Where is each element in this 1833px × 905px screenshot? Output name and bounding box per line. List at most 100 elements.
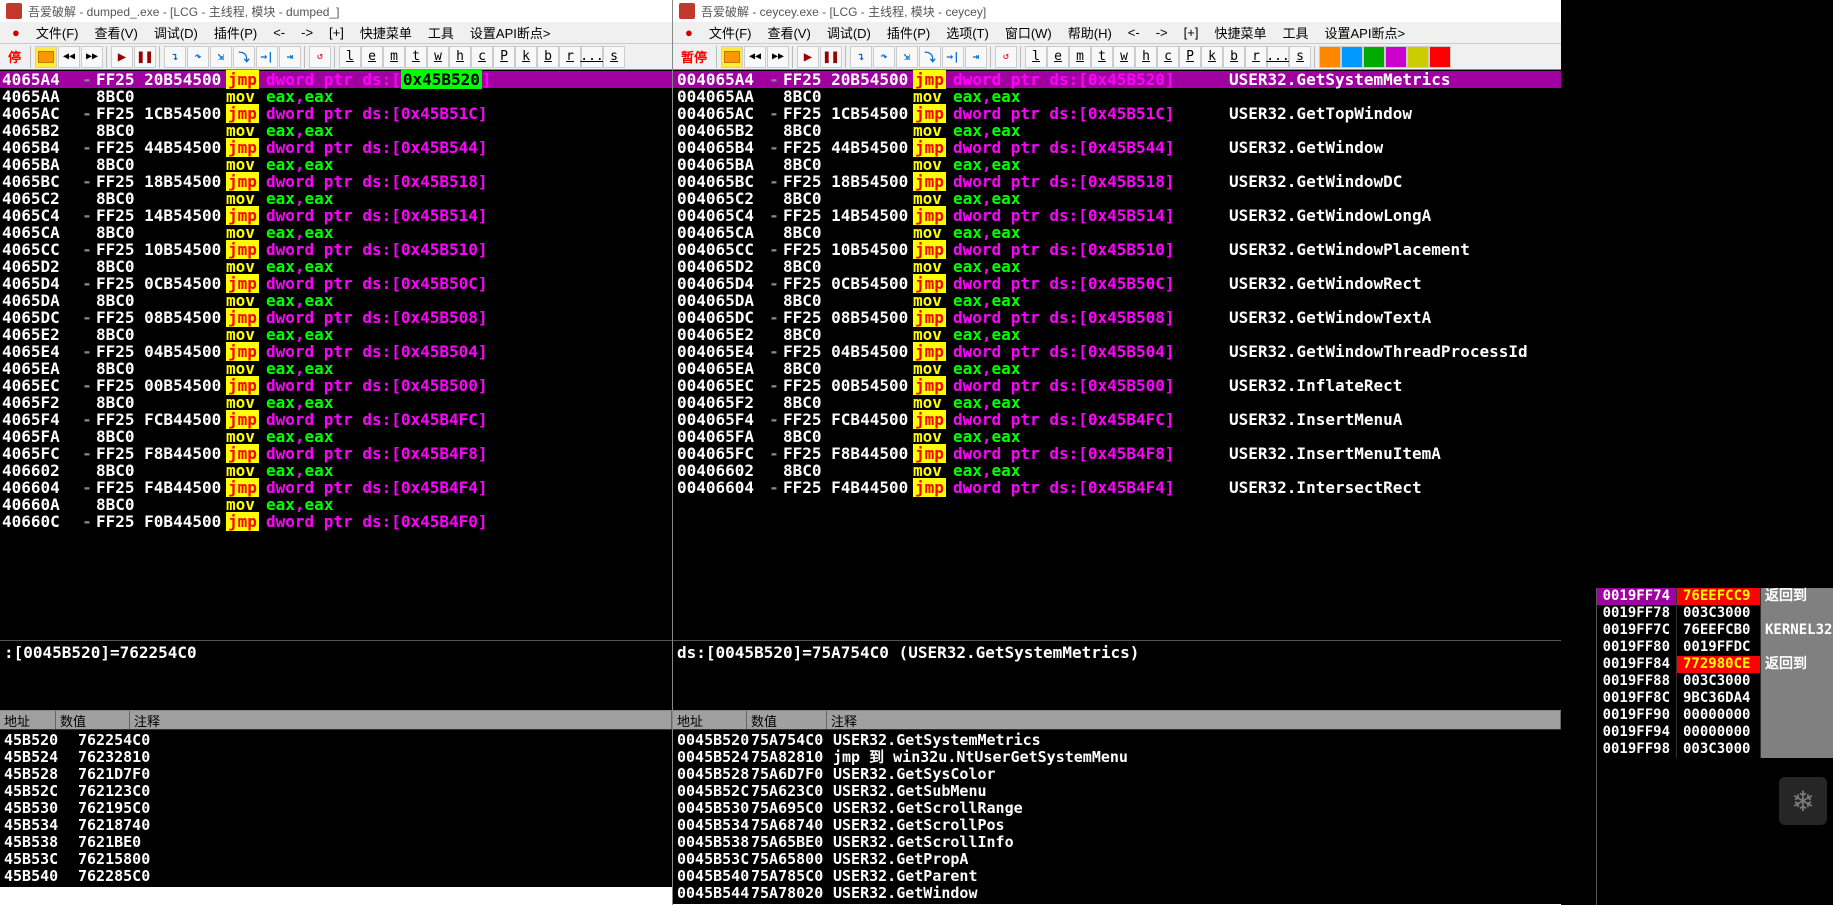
disasm-row[interactable]: 40660C-FF25 F0B44500jmpdword ptr ds:[0x4… (0, 513, 672, 530)
dump-row[interactable]: 45B5287621D7F0 (0, 766, 672, 783)
disasm-row[interactable]: 4065BC-FF25 18B54500jmpdword ptr ds:[0x4… (0, 173, 672, 190)
view-button-m[interactable]: m (383, 46, 405, 68)
stack-row[interactable]: 0019FF9400000000 (1597, 724, 1833, 741)
menu-system-icon[interactable]: ● (4, 25, 28, 40)
view-button-l[interactable]: l (1025, 46, 1047, 68)
disasm-row[interactable]: 4065F28BC0moveax,eax (0, 394, 672, 411)
col-value[interactable]: 数值 (56, 711, 130, 729)
menu-item[interactable]: 帮助(H) (1060, 23, 1120, 42)
run-button[interactable]: ▶ (111, 46, 133, 68)
dump-row[interactable]: 0045B54075A785C0USER32.GetParent (673, 868, 1561, 885)
view-button-b[interactable]: b (537, 46, 559, 68)
menu-item[interactable]: -> (293, 25, 321, 40)
run-to-button[interactable]: ⇥ (279, 46, 301, 68)
menu-item[interactable]: 设置API断点> (1317, 23, 1414, 42)
dump-row[interactable]: 0045B54475A78020USER32.GetWindow (673, 885, 1561, 902)
step-over-button[interactable]: ↷ (873, 46, 895, 68)
stack-row[interactable]: 0019FF9000000000 (1597, 707, 1833, 724)
disasm-row[interactable]: 4066028BC0moveax,eax (0, 462, 672, 479)
disasm-row[interactable]: 004065E28BC0moveax,eax (673, 326, 1561, 343)
run-button[interactable]: ▶ (797, 46, 819, 68)
menu-system-icon[interactable]: ● (677, 25, 701, 40)
dump-view[interactable]: 0045B52075A754C0USER32.GetSystemMetrics0… (673, 730, 1561, 904)
menu-item[interactable]: 查看(V) (759, 23, 818, 42)
view-button-k[interactable]: k (515, 46, 537, 68)
menu-item[interactable]: 调试(D) (819, 23, 879, 42)
menu-item[interactable]: -> (1148, 25, 1176, 40)
view-button-w[interactable]: w (427, 46, 449, 68)
disasm-row[interactable]: 4065EA8BC0moveax,eax (0, 360, 672, 377)
titlebar[interactable]: 吾爱破解 - dumped_.exe - [LCG - 主线程, 模块 - du… (0, 0, 672, 22)
stack-row[interactable]: 0019FF98003C3000 (1597, 741, 1833, 758)
view-button-l[interactable]: l (339, 46, 361, 68)
menu-item[interactable]: 插件(P) (206, 23, 265, 42)
menu-item[interactable]: <- (1120, 25, 1148, 40)
view-button-b[interactable]: b (1223, 46, 1245, 68)
view-button-r[interactable]: r (559, 46, 581, 68)
trace-into-button[interactable]: ⇲ (210, 46, 232, 68)
dump-row[interactable]: 0045B53875A65BE0USER32.GetScrollInfo (673, 834, 1561, 851)
col-address[interactable]: 地址 (673, 711, 747, 729)
forward-button[interactable]: ▶▶ (767, 46, 789, 68)
step-over-button[interactable]: ↷ (187, 46, 209, 68)
stack-row[interactable]: 0019FF88003C3000 (1597, 673, 1833, 690)
view-button-r[interactable]: r (1245, 46, 1267, 68)
stack-row[interactable]: 0019FF84772980CE返回到 (1597, 656, 1833, 673)
disasm-row[interactable]: 4065DA8BC0moveax,eax (0, 292, 672, 309)
view-button-w[interactable]: w (1113, 46, 1135, 68)
view-button-k[interactable]: k (1201, 46, 1223, 68)
dump-row[interactable]: 0045B53075A695C0USER32.GetScrollRange (673, 800, 1561, 817)
disasm-row[interactable]: 4065A4-FF25 20B54500jmpdword ptr ds:[0x4… (0, 71, 672, 88)
dump-row[interactable]: 0045B52875A6D7F0USER32.GetSysColor (673, 766, 1561, 783)
dump-row[interactable]: 0045B52475A82810jmp 到 win32u.NtUserGetSy… (673, 749, 1561, 766)
disasm-row[interactable]: 4065C28BC0moveax,eax (0, 190, 672, 207)
back-button[interactable]: ◀◀ (744, 46, 766, 68)
tool-icon[interactable] (1341, 46, 1363, 68)
view-button-s[interactable]: s (1289, 46, 1311, 68)
col-value[interactable]: 数值 (747, 711, 827, 729)
disasm-row[interactable]: 004065A4-FF25 20B54500jmpdword ptr ds:[0… (673, 71, 1561, 88)
menu-item[interactable]: 调试(D) (146, 23, 206, 42)
disasm-row[interactable]: 004065B28BC0moveax,eax (673, 122, 1561, 139)
menu-item[interactable]: [+] (321, 25, 352, 40)
disasm-row[interactable]: 4065AC-FF25 1CB54500jmpdword ptr ds:[0x4… (0, 105, 672, 122)
disassembly-view[interactable]: 4065A4-FF25 20B54500jmpdword ptr ds:[0x4… (0, 70, 672, 640)
disasm-row[interactable]: 004065B4-FF25 44B54500jmpdword ptr ds:[0… (673, 139, 1561, 156)
disasm-row[interactable]: 004065FC-FF25 F8B44500jmpdword ptr ds:[0… (673, 445, 1561, 462)
run-to-button[interactable]: ⇥ (965, 46, 987, 68)
disasm-row[interactable]: 4065E4-FF25 04B54500jmpdword ptr ds:[0x4… (0, 343, 672, 360)
disasm-row[interactable]: 004065DA8BC0moveax,eax (673, 292, 1561, 309)
view-button-e[interactable]: e (361, 46, 383, 68)
dump-row[interactable]: 0045B53475A68740USER32.GetScrollPos (673, 817, 1561, 834)
disasm-row[interactable]: 004065FA8BC0moveax,eax (673, 428, 1561, 445)
stack-row[interactable]: 0019FF7C76EEFCB0KERNEL32 (1597, 622, 1833, 639)
menu-item[interactable]: 窗口(W) (997, 23, 1060, 42)
tool-icon[interactable] (1407, 46, 1429, 68)
step-into-button[interactable]: ↴ (164, 46, 186, 68)
titlebar[interactable]: 吾爱破解 - ceycey.exe - [LCG - 主线程, 模块 - cey… (673, 0, 1561, 22)
restart-button[interactable]: ↺ (309, 46, 331, 68)
disasm-row[interactable]: 004065D4-FF25 0CB54500jmpdword ptr ds:[0… (673, 275, 1561, 292)
disasm-row[interactable]: 004065F4-FF25 FCB44500jmpdword ptr ds:[0… (673, 411, 1561, 428)
view-button-s[interactable]: s (603, 46, 625, 68)
disasm-row[interactable]: 4065FC-FF25 F8B44500jmpdword ptr ds:[0x4… (0, 445, 672, 462)
pause-button[interactable]: ❚❚ (134, 46, 156, 68)
dump-row[interactable]: 45B520762254C0 (0, 732, 672, 749)
dump-row[interactable]: 45B53476218740 (0, 817, 672, 834)
disasm-row[interactable]: 406604-FF25 F4B44500jmpdword ptr ds:[0x4… (0, 479, 672, 496)
view-button-...[interactable]: ... (1267, 46, 1289, 68)
trace-over-button[interactable]: ⤵ (233, 46, 255, 68)
view-button-t[interactable]: t (405, 46, 427, 68)
disasm-row[interactable]: 004065C28BC0moveax,eax (673, 190, 1561, 207)
disasm-row[interactable]: 4065CA8BC0moveax,eax (0, 224, 672, 241)
col-comment[interactable]: 注释 (827, 711, 1561, 729)
disasm-row[interactable]: 004065DC-FF25 08B54500jmpdword ptr ds:[0… (673, 309, 1561, 326)
disasm-row[interactable]: 004066028BC0moveax,eax (673, 462, 1561, 479)
view-button-m[interactable]: m (1069, 46, 1091, 68)
menu-item[interactable]: 选项(T) (938, 23, 997, 42)
open-button[interactable] (35, 46, 57, 68)
disasm-row[interactable]: 4065BA8BC0moveax,eax (0, 156, 672, 173)
disasm-row[interactable]: 4065B28BC0moveax,eax (0, 122, 672, 139)
menu-item[interactable]: [+] (1176, 25, 1207, 40)
restart-button[interactable]: ↺ (995, 46, 1017, 68)
